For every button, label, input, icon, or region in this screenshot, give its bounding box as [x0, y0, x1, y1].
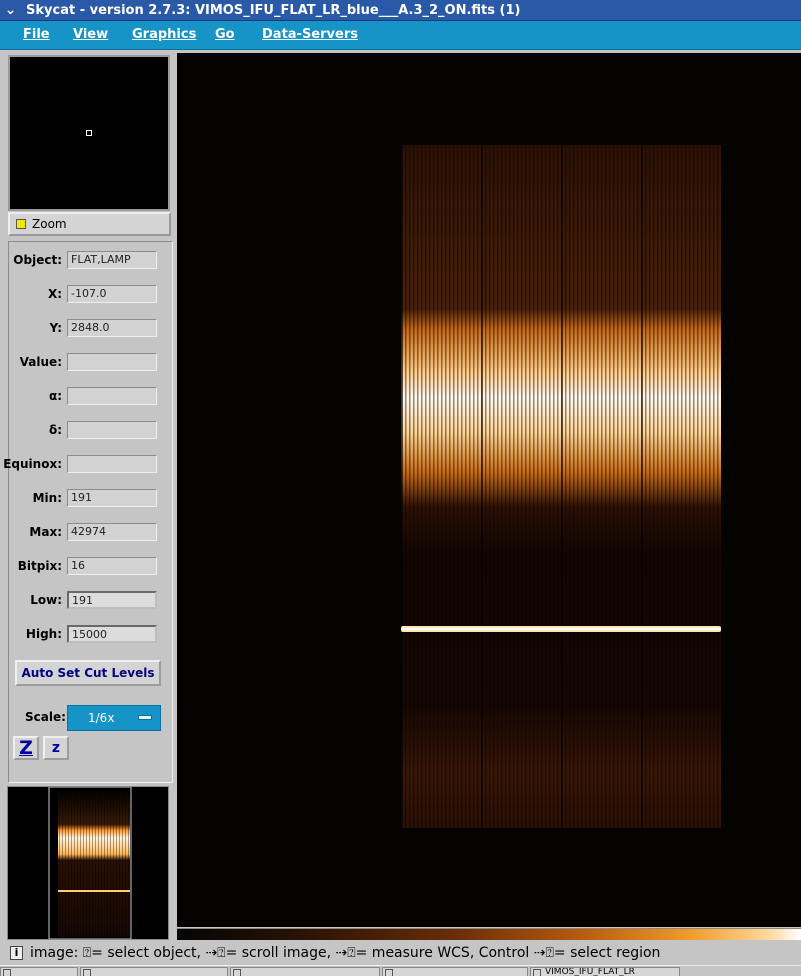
info-label: δ: — [48, 423, 62, 437]
menu-view[interactable]: View — [73, 27, 108, 42]
taskbar-item[interactable] — [382, 967, 528, 976]
window-menu-icon[interactable]: ⌄ — [2, 2, 19, 19]
info-row-equinox: Equinox: — [3, 455, 174, 475]
window-icon — [385, 969, 393, 976]
window-title: Skycat - version 2.7.3: VIMOS_IFU_FLAT_L… — [26, 3, 521, 18]
window-icon — [83, 969, 91, 976]
zoom-checkbox-icon[interactable] — [16, 219, 26, 229]
info-label: Y: — [49, 321, 62, 335]
title-bar: ⌄ Skycat - version 2.7.3: VIMOS_IFU_FLAT… — [0, 0, 801, 21]
min-field: 191 — [67, 489, 157, 507]
info-row-low: Low: 191 — [9, 591, 174, 611]
info-row-min: Min: 191 — [9, 489, 174, 509]
info-label: X: — [47, 287, 62, 301]
info-row-high: High: 15000 — [9, 625, 174, 645]
low-cut-input[interactable]: 191 — [67, 591, 157, 609]
menu-file[interactable]: File — [23, 27, 50, 42]
zoom-out-button[interactable]: z — [43, 736, 69, 760]
menu-graphics[interactable]: Graphics — [132, 27, 196, 42]
scale-label: Scale: — [25, 710, 66, 724]
info-label: High: — [25, 627, 62, 641]
ifu-flat-image — [401, 145, 721, 828]
info-label: Value: — [19, 355, 62, 369]
bitpix-field: 16 — [67, 557, 157, 575]
info-row-value: Value: — [9, 353, 174, 373]
colorbar[interactable] — [177, 928, 801, 940]
scale-menu-button[interactable]: 1/6x — [67, 705, 161, 731]
info-label: Object: — [13, 253, 62, 267]
info-label: α: — [48, 389, 62, 403]
info-label: Equinox: — [3, 457, 62, 471]
taskbar-item[interactable] — [0, 967, 78, 976]
image-display[interactable] — [177, 53, 801, 927]
x-field: -107.0 — [67, 285, 157, 303]
zoom-toggle-label: Zoom — [32, 217, 67, 231]
info-row-ra: α: — [9, 387, 174, 407]
y-field: 2848.0 — [67, 319, 157, 337]
window-icon — [3, 969, 11, 976]
status-text: image: ⍰= select object, ⇢⍰= scroll imag… — [30, 945, 661, 961]
taskbar-item-label: VIMOS_IFU_FLAT_LR — [545, 967, 635, 976]
menu-go[interactable]: Go — [215, 27, 235, 42]
info-row-bitpix: Bitpix: 16 — [9, 557, 174, 577]
window-icon — [233, 969, 241, 976]
taskbar: VIMOS_IFU_FLAT_LR — [0, 965, 801, 976]
info-row-object: Object: FLAT,LAMP — [9, 251, 174, 271]
info-panel: Object: FLAT,LAMP X: -107.0 Y: 2848.0 Va… — [3, 241, 174, 783]
auto-set-cut-levels-button[interactable]: Auto Set Cut Levels — [15, 660, 161, 686]
info-row-x: X: -107.0 — [9, 285, 174, 305]
menu-data-servers[interactable]: Data-Servers — [262, 27, 358, 42]
ra-field — [67, 387, 157, 405]
info-row-y: Y: 2848.0 — [9, 319, 174, 339]
thumbnail-image — [8, 786, 168, 940]
info-icon: i — [10, 946, 23, 960]
info-label: Low: — [30, 593, 62, 607]
zoom-in-button[interactable]: Z — [13, 736, 39, 760]
option-menu-indicator-icon — [138, 715, 152, 720]
status-bar: i image: ⍰= select object, ⇢⍰= scroll im… — [6, 943, 801, 965]
taskbar-item[interactable] — [80, 967, 228, 976]
panner-marker[interactable] — [86, 130, 92, 136]
scale-value: 1/6x — [88, 711, 115, 725]
info-label: Min: — [32, 491, 62, 505]
equinox-field — [67, 455, 157, 473]
high-cut-input[interactable]: 15000 — [67, 625, 157, 643]
taskbar-item[interactable] — [230, 967, 380, 976]
info-label: Bitpix: — [17, 559, 62, 573]
menu-bar: File View Graphics Go Data-Servers — [0, 21, 801, 50]
window-icon — [533, 969, 541, 976]
dec-field — [67, 421, 157, 439]
taskbar-item-active[interactable]: VIMOS_IFU_FLAT_LR — [530, 967, 680, 976]
max-field: 42974 — [67, 523, 157, 541]
object-field: FLAT,LAMP — [67, 251, 157, 269]
value-field — [67, 353, 157, 371]
info-label: Max: — [29, 525, 62, 539]
info-row-max: Max: 42974 — [9, 523, 174, 543]
zoom-toggle-button[interactable]: Zoom — [8, 212, 171, 236]
thumbnail-view[interactable] — [7, 786, 169, 940]
panner-view[interactable] — [8, 55, 170, 211]
info-row-dec: δ: — [9, 421, 174, 441]
